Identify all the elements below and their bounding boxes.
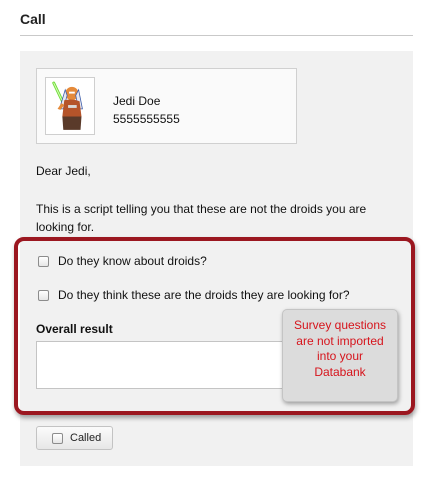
jedi-avatar-image — [48, 80, 92, 132]
called-checkbox[interactable] — [52, 432, 63, 444]
databank-callout: Survey questions are not imported into y… — [282, 309, 398, 402]
page-title: Call — [20, 11, 46, 27]
contact-name: Jedi Doe — [113, 94, 161, 108]
contact-phone: 5555555555 — [113, 112, 180, 126]
title-divider — [20, 35, 413, 36]
called-label: Called — [70, 432, 102, 444]
script-body: This is a script telling you that these … — [36, 202, 367, 234]
script-greeting: Dear Jedi, — [36, 164, 91, 178]
called-button[interactable]: Called — [36, 426, 113, 450]
avatar — [45, 77, 95, 135]
contact-card: Jedi Doe 5555555555 — [36, 68, 297, 144]
